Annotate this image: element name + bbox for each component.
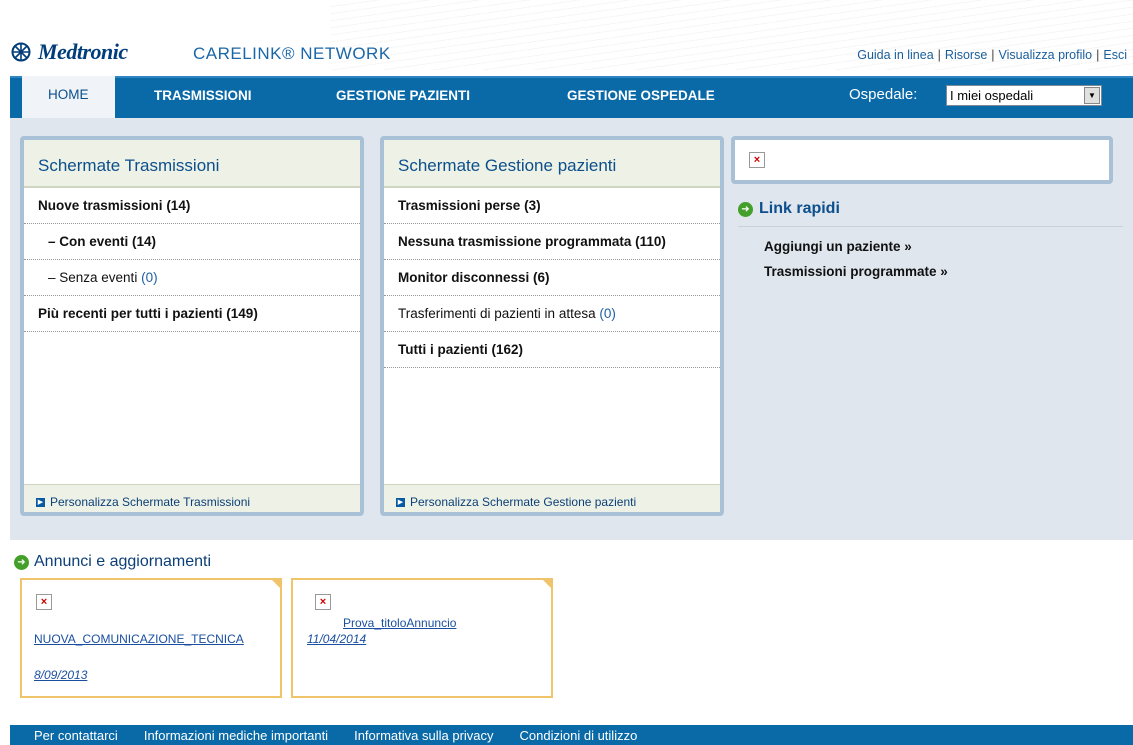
- contact-link[interactable]: Per contattarci: [34, 728, 118, 743]
- row-label: – Con eventi: [48, 234, 129, 249]
- row-count: (3): [524, 198, 541, 213]
- announcements-label: Annunci e aggiornamenti: [34, 553, 212, 570]
- row-count: (0): [141, 270, 158, 285]
- help-link[interactable]: Guida in linea: [857, 48, 933, 62]
- top-link-separator: |: [1096, 48, 1100, 62]
- row-count: (149): [226, 306, 258, 321]
- list-item-missed-transmissions[interactable]: Trasmissioni perse (3): [384, 188, 720, 224]
- top-link-separator: |: [991, 48, 995, 62]
- row-label: Monitor disconnessi: [398, 270, 530, 285]
- nav-tab-transmissions[interactable]: TRASMISSIONI: [154, 78, 252, 118]
- row-count: (6): [533, 270, 550, 285]
- medtronic-logo-icon: [11, 42, 31, 62]
- announcement-title-link[interactable]: Prova_titoloAnnuncio: [343, 616, 456, 630]
- customize-transmissions-link[interactable]: ▶ Personalizza Schermate Trasmissioni: [24, 484, 360, 512]
- list-item-pending-transfers[interactable]: Trasferimenti di pazienti in attesa (0): [384, 296, 720, 332]
- transmissions-panel: Schermate Trasmissioni Nuove trasmission…: [20, 136, 364, 516]
- quick-links-title: ➜ Link rapidi: [738, 200, 840, 218]
- arrow-right-icon: ▶: [36, 497, 45, 507]
- green-arrow-icon: ➜: [14, 554, 29, 570]
- list-item-all-patients[interactable]: Tutti i pazienti (162): [384, 332, 720, 368]
- banner-panel: ×: [731, 136, 1113, 184]
- hospital-label: Ospedale:: [849, 86, 918, 103]
- announcement-card[interactable]: × Prova_titoloAnnuncio 11/04/2014: [291, 578, 553, 698]
- arrow-right-icon: ▶: [396, 497, 405, 507]
- row-label: Nuove trasmissioni: [38, 198, 163, 213]
- list-item-no-scheduled-transmission[interactable]: Nessuna trasmissione programmata (110): [384, 224, 720, 260]
- header: Medtronic CARELINK® NETWORK Guida in lin…: [0, 0, 1133, 75]
- row-count: (0): [599, 306, 616, 321]
- hospital-select-value: I miei ospedali: [950, 88, 1034, 103]
- resources-link[interactable]: Risorse: [945, 48, 987, 62]
- hospital-select[interactable]: I miei ospedali ▼: [946, 85, 1102, 106]
- top-link-separator: |: [937, 48, 941, 62]
- patients-panel-title: Schermate Gestione pazienti: [384, 140, 720, 188]
- list-item-recent-all-patients[interactable]: Più recenti per tutti i pazienti (149): [24, 296, 360, 332]
- row-label: Più recenti per tutti i pazienti: [38, 306, 223, 321]
- green-arrow-icon: ➜: [738, 201, 753, 217]
- list-item-with-events[interactable]: – Con eventi (14): [24, 224, 360, 260]
- broken-image-icon: ×: [749, 152, 765, 168]
- transmissions-panel-title: Schermate Trasmissioni: [24, 140, 360, 188]
- nav-tab-patient-management[interactable]: GESTIONE PAZIENTI: [336, 78, 470, 118]
- add-patient-link[interactable]: Aggiungi un paziente »: [764, 239, 912, 254]
- logout-link[interactable]: Esci: [1103, 48, 1127, 62]
- view-profile-link[interactable]: Visualizza profilo: [999, 48, 1093, 62]
- list-item-without-events[interactable]: – Senza eventi (0): [24, 260, 360, 296]
- row-label: – Senza eventi: [48, 270, 138, 285]
- divider: [738, 226, 1123, 227]
- row-count: (14): [132, 234, 157, 249]
- patients-panel: Schermate Gestione pazienti Trasmissioni…: [380, 136, 724, 516]
- list-item-new-transmissions[interactable]: Nuove trasmissioni (14): [24, 188, 360, 224]
- quick-links-label: Link rapidi: [759, 200, 840, 217]
- dropdown-arrow-icon[interactable]: ▼: [1084, 87, 1100, 104]
- top-links: Guida in linea | Risorse | Visualizza pr…: [857, 48, 1127, 62]
- customize-patients-link[interactable]: ▶ Personalizza Schermate Gestione pazien…: [384, 484, 720, 512]
- row-label: Trasmissioni perse: [398, 198, 521, 213]
- row-count: (110): [635, 234, 666, 249]
- card-corner-fold: [270, 578, 282, 590]
- row-label: Nessuna trasmissione programmata: [398, 234, 632, 249]
- terms-link[interactable]: Condizioni di utilizzo: [520, 728, 638, 743]
- row-count: (162): [491, 342, 524, 357]
- nav-tab-home[interactable]: HOME: [22, 76, 115, 118]
- logo-text: Medtronic: [38, 39, 128, 64]
- main-content: Schermate Trasmissioni Nuove trasmission…: [10, 118, 1133, 540]
- main-nav: HOME TRASMISSIONI GESTIONE PAZIENTI GEST…: [10, 76, 1133, 118]
- nav-tab-hospital-management[interactable]: GESTIONE OSPEDALE: [567, 78, 715, 118]
- product-name: CARELINK® NETWORK: [193, 44, 391, 63]
- row-label: Tutti i pazienti: [398, 342, 488, 357]
- medtronic-logo[interactable]: Medtronic: [10, 39, 128, 64]
- announcement-title-link[interactable]: NUOVA_COMUNICAZIONE_TECNICA: [34, 632, 244, 646]
- row-label: Trasferimenti di pazienti in attesa: [398, 306, 596, 321]
- announcements-title: ➜ Annunci e aggiornamenti: [14, 553, 211, 571]
- broken-image-icon: ×: [315, 594, 331, 610]
- footer-label: Personalizza Schermate Trasmissioni: [50, 495, 251, 509]
- row-count: (14): [166, 198, 191, 213]
- footer-label: Personalizza Schermate Gestione pazienti: [410, 495, 637, 509]
- scheduled-transmissions-link[interactable]: Trasmissioni programmate »: [764, 264, 948, 279]
- broken-image-icon: ×: [36, 594, 52, 610]
- announcement-date[interactable]: 11/04/2014: [307, 632, 366, 646]
- footer: Per contattarci Informazioni mediche imp…: [10, 725, 1133, 745]
- card-corner-fold: [541, 578, 553, 590]
- privacy-link[interactable]: Informativa sulla privacy: [354, 728, 493, 743]
- announcement-date[interactable]: 8/09/2013: [34, 668, 87, 682]
- announcement-card[interactable]: × NUOVA_COMUNICAZIONE_TECNICA 8/09/2013: [20, 578, 282, 698]
- medical-info-link[interactable]: Informazioni mediche importanti: [144, 728, 328, 743]
- list-item-disconnected-monitors[interactable]: Monitor disconnessi (6): [384, 260, 720, 296]
